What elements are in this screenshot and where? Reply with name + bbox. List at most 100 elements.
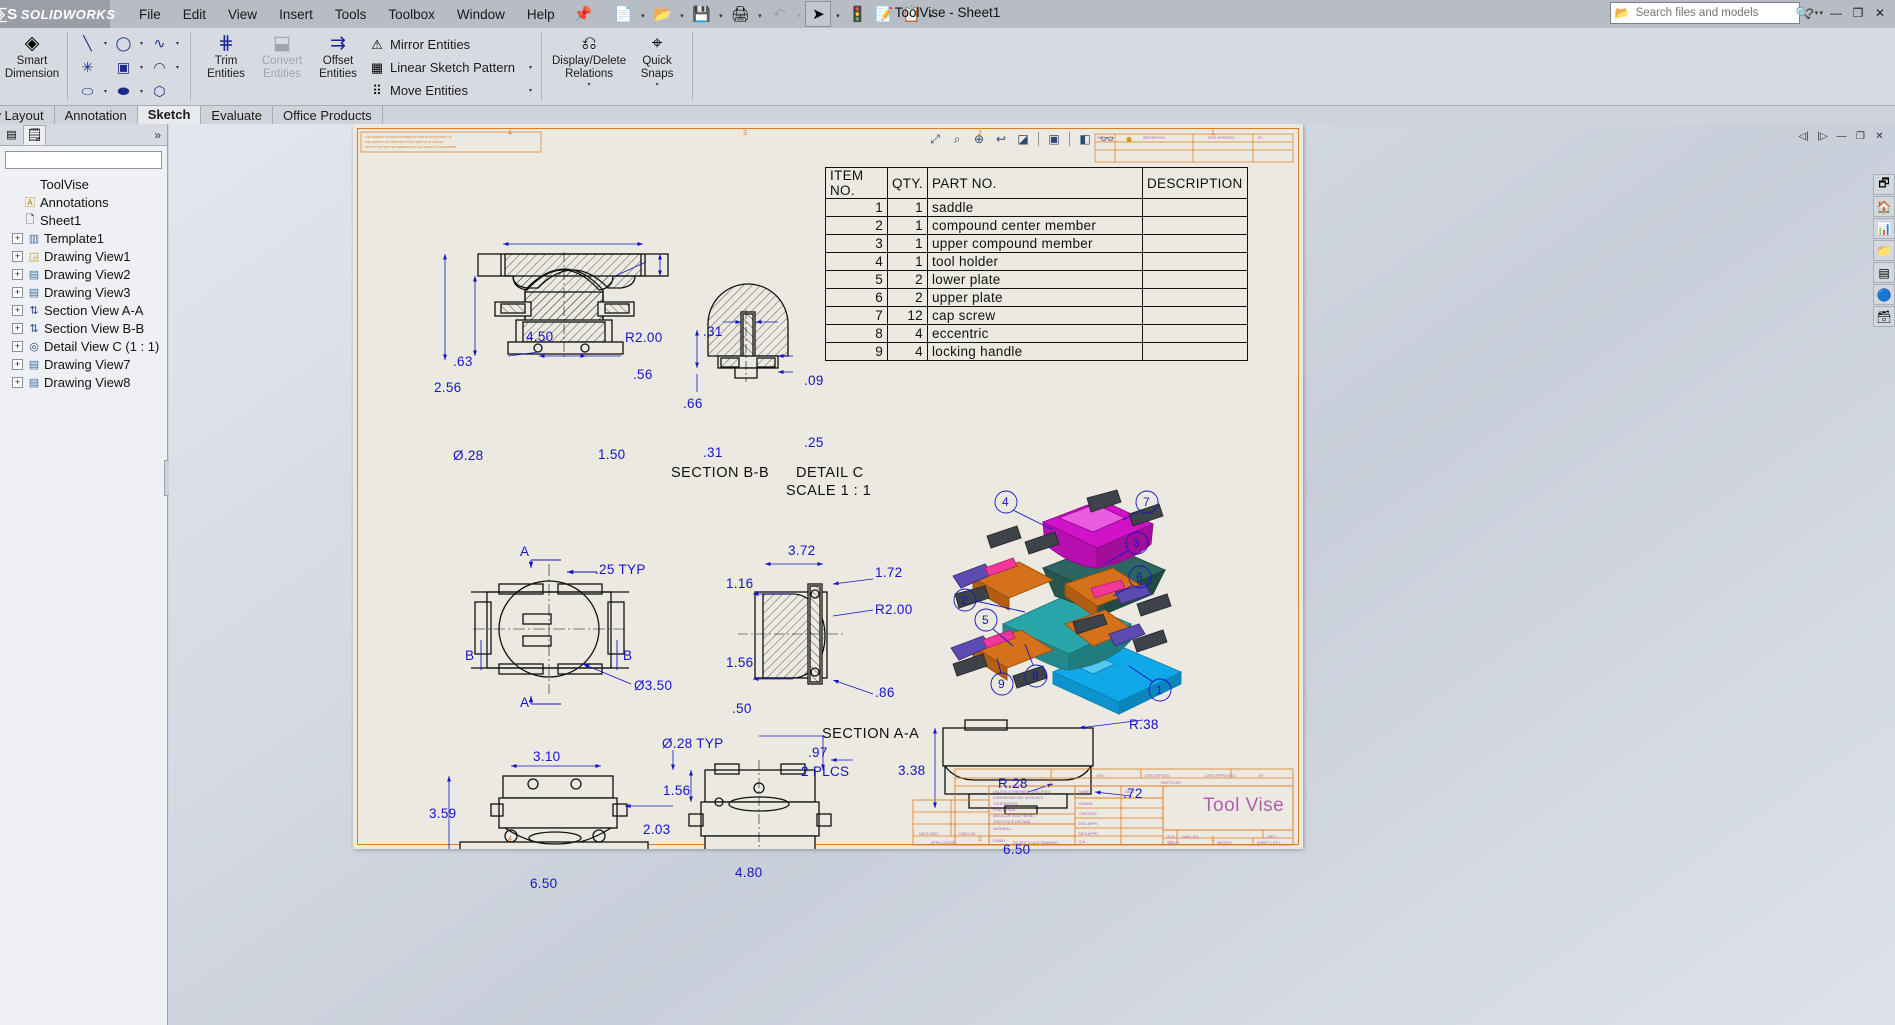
tree-node-template1[interactable]: + ▥ Template1 bbox=[4, 229, 167, 247]
dim-359[interactable]: 3.59 bbox=[429, 806, 456, 821]
search-box[interactable]: 📂 🔍 ▾ bbox=[1609, 2, 1818, 24]
dim-156b[interactable]: 1.56 bbox=[663, 783, 690, 798]
doc-prev-button[interactable]: ◁| bbox=[1796, 129, 1811, 143]
dim-a-top[interactable]: A bbox=[520, 544, 529, 559]
table-row[interactable]: 5 2 lower plate bbox=[825, 270, 1248, 289]
eyeglasses-icon[interactable]: 👓 bbox=[1097, 129, 1117, 149]
menu-help[interactable]: Help bbox=[516, 3, 566, 26]
dim-050[interactable]: .50 bbox=[732, 701, 752, 716]
dim-350[interactable]: Ø3.50 bbox=[634, 678, 672, 693]
display-delete-relations-button[interactable]: ⎌ Display/Delete Relations ▾ bbox=[549, 30, 629, 88]
view-orientation-icon[interactable]: ▣ bbox=[1044, 129, 1064, 149]
dim-r38[interactable]: R.38 bbox=[1129, 717, 1159, 732]
dim-028d[interactable]: Ø.28 bbox=[453, 448, 483, 463]
graphics-area[interactable]: ⤢ ⌕ ⊕ ↩ ◪ ▣ ◧ 👓 ● ◁| |▷ — ❐ ✕ 🗗 🏠 📊 📁 ▤ … bbox=[169, 124, 1895, 1025]
trim-entities-button[interactable]: ⋕ Trim Entities bbox=[198, 30, 254, 80]
polygon-icon[interactable]: ⬡ bbox=[147, 80, 172, 103]
menu-edit[interactable]: Edit bbox=[172, 3, 217, 26]
appearance-sphere-icon[interactable]: 🔵 bbox=[1873, 284, 1895, 305]
mirror-entities-command[interactable]: ⚠ Mirror Entities bbox=[366, 33, 534, 56]
dim-480[interactable]: 4.80 bbox=[735, 865, 762, 880]
restore-button[interactable]: ❐ bbox=[1849, 3, 1867, 23]
table-row[interactable]: 7 12 cap screw bbox=[825, 306, 1248, 325]
point-icon[interactable]: ✳ bbox=[75, 56, 100, 79]
menu-tools[interactable]: Tools bbox=[324, 3, 378, 26]
arc-caret-icon[interactable]: ▾ bbox=[172, 64, 183, 71]
zoom-fit-icon[interactable]: ⤢ bbox=[925, 129, 945, 149]
search-input[interactable] bbox=[1633, 6, 1792, 20]
tab-evaluate[interactable]: Evaluate bbox=[200, 105, 273, 124]
customize-caret-icon[interactable]: ▾ bbox=[925, 1, 936, 27]
table-row[interactable]: 9 4 locking handle bbox=[825, 342, 1248, 361]
dim-031b[interactable]: .31 bbox=[703, 445, 723, 460]
tree-node-drawing-view1[interactable]: + ◲ Drawing View1 bbox=[4, 247, 167, 265]
pushpin-icon[interactable]: 📌 bbox=[574, 5, 593, 23]
convert-entities-button[interactable]: ⬓ Convert Entities bbox=[254, 30, 310, 80]
rectangle-icon[interactable]: ▣ bbox=[111, 56, 136, 79]
expand-toggle-detail-view-c[interactable]: + bbox=[12, 340, 23, 352]
menu-toolbox[interactable]: Toolbox bbox=[377, 3, 446, 26]
table-row[interactable]: 4 1 tool holder bbox=[825, 252, 1248, 271]
circle-icon[interactable]: ◯ bbox=[111, 32, 136, 55]
new-document-icon[interactable]: 📄 bbox=[610, 1, 636, 27]
balloon-4[interactable]: 4 bbox=[1002, 495, 1009, 509]
dim-172[interactable]: 1.72 bbox=[875, 565, 902, 580]
appearance-sphere-icon[interactable]: ● bbox=[1119, 129, 1139, 149]
expand-toggle-drawing-view2[interactable]: + bbox=[12, 268, 23, 280]
open-document-caret-icon[interactable]: ▾ bbox=[676, 1, 687, 27]
expand-toggle-section-view-bb[interactable]: + bbox=[12, 322, 23, 334]
dim-203[interactable]: 2.03 bbox=[643, 822, 670, 837]
menu-window[interactable]: Window bbox=[446, 3, 516, 26]
balloon-9[interactable]: 9 bbox=[998, 677, 1005, 691]
bill-of-materials-table[interactable]: ITEM NO. QTY. PART NO. DESCRIPTION 1 1 s… bbox=[825, 167, 1248, 361]
table-row[interactable]: 6 2 upper plate bbox=[825, 288, 1248, 307]
expand-toggle-template1[interactable]: + bbox=[12, 232, 23, 244]
title-block-title[interactable]: Tool Vise bbox=[1203, 795, 1284, 817]
file-explorer-icon[interactable]: 📊 bbox=[1873, 218, 1895, 239]
smart-dimension-button[interactable]: ◈ Smart Dimension bbox=[4, 30, 60, 80]
dim-r28[interactable]: R.28 bbox=[998, 776, 1028, 791]
tree-node-toolvise[interactable]: ToolVise bbox=[4, 175, 167, 193]
zoom-area-icon[interactable]: ⌕ bbox=[947, 129, 967, 149]
tab-sketch[interactable]: Sketch bbox=[136, 105, 202, 124]
balloon-5[interactable]: 5 bbox=[982, 613, 989, 627]
view-palette-icon[interactable]: ▤ bbox=[1873, 262, 1895, 283]
tab-office-products[interactable]: Office Products bbox=[272, 105, 383, 124]
design-library-home-icon[interactable]: 🏠 bbox=[1873, 196, 1895, 217]
save-disk-icon[interactable]: 💾 bbox=[688, 1, 714, 27]
menu-insert[interactable]: Insert bbox=[268, 3, 324, 26]
previous-view-icon[interactable]: ↩ bbox=[991, 129, 1011, 149]
open-folder-icon[interactable]: 📂 bbox=[649, 1, 675, 27]
tree-node-drawing-view3[interactable]: + ▤ Drawing View3 bbox=[4, 283, 167, 301]
balloon-1[interactable]: 1 bbox=[1156, 683, 1163, 697]
dim-150[interactable]: 1.50 bbox=[598, 447, 625, 462]
traffic-light-icon[interactable]: 🚦 bbox=[844, 1, 870, 27]
move-entities-caret-icon[interactable]: ▾ bbox=[515, 87, 532, 94]
spline-caret-icon[interactable]: ▾ bbox=[172, 40, 183, 47]
ellipse-caret-icon[interactable]: ▾ bbox=[100, 88, 111, 95]
expand-toggle-section-view-aa[interactable]: + bbox=[12, 304, 23, 316]
dim-650a[interactable]: 6.50 bbox=[530, 876, 557, 891]
tree-node-section-view-aa[interactable]: + ⇅ Section View A-A bbox=[4, 301, 167, 319]
printer-icon[interactable]: 🖨 bbox=[727, 1, 753, 27]
tree-node-section-view-bb[interactable]: + ⇅ Section View B-B bbox=[4, 319, 167, 337]
circle-caret-icon[interactable]: ▾ bbox=[136, 40, 147, 47]
slot-icon[interactable]: ⬬ bbox=[111, 80, 136, 103]
dim-310[interactable]: 3.10 bbox=[533, 749, 560, 764]
dim-25typ[interactable]: .25 TYP bbox=[595, 562, 646, 577]
section-view-icon[interactable]: ◪ bbox=[1013, 129, 1033, 149]
tab-view-layout[interactable]: View Layout bbox=[0, 105, 55, 124]
tree-tab-featuremanager[interactable]: ▤ bbox=[0, 125, 23, 145]
help-question-icon[interactable]: ? bbox=[1804, 5, 1816, 21]
table-row[interactable]: 1 1 saddle bbox=[825, 198, 1248, 217]
undo-caret-icon[interactable]: ▾ bbox=[793, 1, 804, 27]
dim-338[interactable]: 3.38 bbox=[898, 763, 925, 778]
offset-entities-button[interactable]: ⇉ Offset Entities bbox=[310, 30, 366, 80]
doc-next-button[interactable]: |▷ bbox=[1815, 129, 1830, 143]
linear-sketch-pattern-command[interactable]: ▦ Linear Sketch Pattern ▾ bbox=[366, 56, 534, 79]
expand-toggle-drawing-view8[interactable]: + bbox=[12, 376, 23, 388]
dim-256[interactable]: 2.56 bbox=[434, 380, 461, 395]
cursor-arrow-icon[interactable]: ➤ bbox=[805, 1, 832, 27]
dim-116[interactable]: 1.16 bbox=[726, 576, 753, 591]
help-caret-icon[interactable]: ▾ bbox=[1819, 9, 1823, 17]
